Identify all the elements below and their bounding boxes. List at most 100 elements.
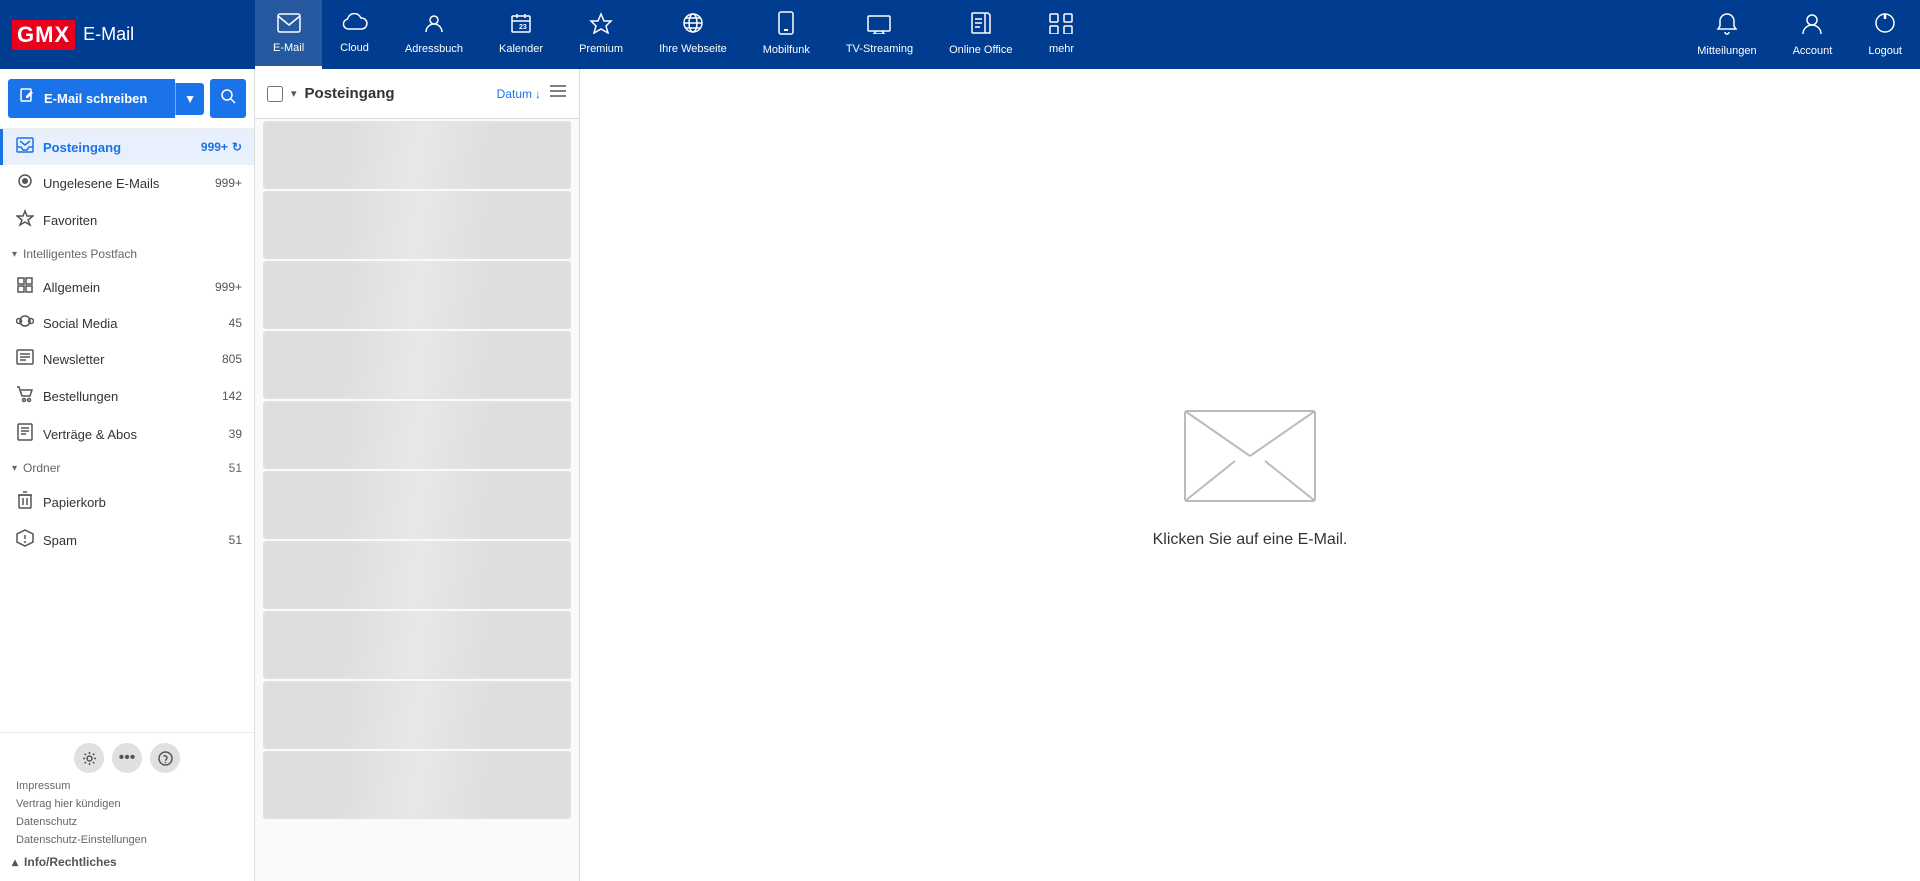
expand-arrow-icon[interactable]: ▾: [291, 87, 297, 100]
mobilfunk-nav-icon: [777, 11, 795, 41]
datenschutz-einstellungen-link[interactable]: Datenschutz-Einstellungen: [0, 831, 254, 849]
folder-section-count: 51: [229, 461, 242, 475]
vertraege-count: 39: [229, 427, 242, 441]
posteingang-label: Posteingang: [43, 140, 197, 155]
email-item[interactable]: [263, 331, 571, 399]
premium-nav-icon: [589, 12, 613, 40]
nav-account[interactable]: Account: [1775, 0, 1851, 69]
allgemein-label: Allgemein: [43, 280, 211, 295]
email-item[interactable]: [263, 471, 571, 539]
chevron-up-icon: ▴: [12, 855, 18, 869]
sidebar-nav: Posteingang 999+ ↻ Ungelesene E-Mails 99…: [0, 129, 254, 732]
email-content-pane: Klicken Sie auf eine E-Mail.: [580, 69, 1920, 881]
smart-section-header[interactable]: ▾ Intelligentes Postfach: [0, 239, 254, 269]
vertraege-label: Verträge & Abos: [43, 427, 225, 442]
email-item[interactable]: [263, 401, 571, 469]
sidebar-item-social[interactable]: Social Media 45: [0, 305, 254, 341]
compose-button[interactable]: E-Mail schreiben: [8, 79, 175, 118]
sidebar-item-vertraege[interactable]: Verträge & Abos 39: [0, 415, 254, 453]
nav-item-premium[interactable]: Premium: [561, 0, 641, 69]
office-nav-icon: [970, 11, 992, 41]
spam-label: Spam: [43, 533, 225, 548]
sidebar-item-allgemein[interactable]: Allgemein 999+: [0, 269, 254, 305]
gmx-logo: GMX: [12, 20, 75, 50]
sort-button[interactable]: Datum ↓: [497, 87, 541, 101]
chevron-down-icon: ▾: [12, 249, 17, 260]
email-item[interactable]: [263, 541, 571, 609]
sidebar-item-favoriten[interactable]: Favoriten: [0, 201, 254, 239]
sidebar-item-bestellungen[interactable]: Bestellungen 142: [0, 377, 254, 415]
logo-area: GMX E-Mail: [0, 0, 255, 69]
social-icon: [15, 313, 35, 333]
nav-item-tv[interactable]: TV-Streaming: [828, 0, 931, 69]
compose-area: E-Mail schreiben ▼: [0, 69, 254, 129]
ungelesen-label: Ungelesene E-Mails: [43, 176, 211, 191]
spam-count: 51: [229, 533, 242, 547]
nav-item-kalender[interactable]: 23 Kalender: [481, 0, 561, 69]
settings-button[interactable]: [74, 743, 104, 773]
sidebar-item-papierkorb[interactable]: Papierkorb: [0, 483, 254, 521]
nav-logout[interactable]: Logout: [1850, 0, 1920, 69]
help-button[interactable]: [150, 743, 180, 773]
select-all-checkbox[interactable]: [267, 86, 283, 102]
empty-state-message: Klicken Sie auf eine E-Mail.: [1153, 531, 1348, 549]
nav-item-mobilfunk[interactable]: Mobilfunk: [745, 0, 828, 69]
chevron-down-icon: ▾: [12, 463, 17, 474]
posteingang-count: 999+: [201, 140, 228, 154]
compose-edit-icon: [20, 88, 36, 109]
nav-item-webseite[interactable]: Ihre Webseite: [641, 0, 745, 69]
ellipsis-icon: •••: [119, 750, 136, 766]
nav-label-office: Online Office: [949, 44, 1012, 56]
datenschutz-link[interactable]: Datenschutz: [0, 813, 254, 831]
grid-icon: [15, 277, 35, 297]
email-item[interactable]: [263, 751, 571, 819]
sidebar-item-ungelesen[interactable]: Ungelesene E-Mails 999+: [0, 165, 254, 201]
more-options-button[interactable]: •••: [112, 743, 142, 773]
nav-label-adressbuch: Adressbuch: [405, 43, 463, 55]
email-item[interactable]: [263, 121, 571, 189]
nav-item-cloud[interactable]: Cloud: [322, 0, 387, 69]
search-button[interactable]: [210, 79, 246, 118]
email-item[interactable]: [263, 681, 571, 749]
footer-icons: •••: [0, 739, 254, 777]
email-item[interactable]: [263, 611, 571, 679]
compose-label: E-Mail schreiben: [44, 91, 147, 106]
nav-item-mehr[interactable]: mehr: [1030, 0, 1092, 69]
sidebar-item-newsletter[interactable]: Newsletter 805: [0, 341, 254, 377]
email-items: [255, 119, 579, 881]
nav-label-mitteilungen: Mitteilungen: [1697, 45, 1756, 57]
papierkorb-label: Papierkorb: [43, 495, 242, 510]
kuendigen-link[interactable]: Vertrag hier kündigen: [0, 795, 254, 813]
email-list-header: ▾ Posteingang Datum ↓: [255, 69, 579, 119]
impressum-link[interactable]: Impressum: [0, 777, 254, 795]
nav-item-adressbuch[interactable]: Adressbuch: [387, 0, 481, 69]
nav-item-email[interactable]: E-Mail: [255, 0, 322, 69]
email-item[interactable]: [263, 261, 571, 329]
nav-item-office[interactable]: Online Office: [931, 0, 1030, 69]
newsletter-count: 805: [222, 352, 242, 366]
email-item[interactable]: [263, 191, 571, 259]
newsletter-icon: [15, 349, 35, 369]
kalender-nav-icon: 23: [510, 12, 532, 40]
logout-icon: [1874, 12, 1896, 42]
nav-label-premium: Premium: [579, 43, 623, 55]
sidebar-item-spam[interactable]: Spam 51: [0, 521, 254, 559]
favoriten-label: Favoriten: [43, 213, 242, 228]
folder-section-header[interactable]: ▾ Ordner 51: [0, 453, 254, 483]
sidebar-item-posteingang[interactable]: Posteingang 999+ ↻: [0, 129, 254, 165]
social-count: 45: [229, 316, 242, 330]
compose-dropdown-button[interactable]: ▼: [175, 83, 204, 115]
nav-mitteilungen[interactable]: Mitteilungen: [1679, 0, 1774, 69]
adressbuch-nav-icon: [423, 12, 445, 40]
sidebar: E-Mail schreiben ▼: [0, 69, 255, 881]
smart-section-label: Intelligentes Postfach: [23, 247, 242, 261]
nav-label-mobilfunk: Mobilfunk: [763, 44, 810, 56]
star-icon: [15, 209, 35, 231]
contract-icon: [15, 423, 35, 445]
email-list: ▾ Posteingang Datum ↓: [255, 69, 580, 881]
folder-section-label: Ordner: [23, 461, 229, 475]
inbox-title: Posteingang: [305, 85, 497, 102]
posteingang-refresh-icon[interactable]: ↻: [232, 140, 242, 154]
info-section-header[interactable]: ▴ Info/Rechtliches: [0, 849, 254, 875]
view-toggle-icon[interactable]: [549, 84, 567, 103]
